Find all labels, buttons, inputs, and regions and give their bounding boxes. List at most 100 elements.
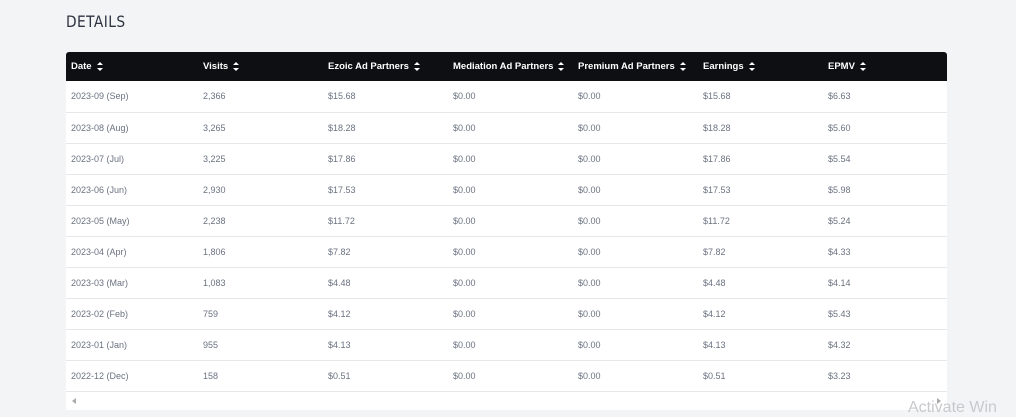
cell-visits: 1,806 (203, 246, 226, 257)
cell-epmv: $4.14 (828, 277, 851, 288)
cell-earnings: $17.53 (703, 184, 731, 195)
cell-earnings: $0.51 (703, 370, 726, 381)
table-row: 2023-02 (Feb) 759 $4.12 $0.00 $0.00 $4.12 $5.4… (66, 298, 947, 329)
cell-ezoic-ad-partners: $0.51 (328, 370, 351, 381)
table-row: 2022-12 (Dec) 158 $0.51 $0.00 $0.00 $0.51 $3.2… (66, 360, 947, 391)
cell-mediation-ad-partners: $0.00 (453, 339, 476, 350)
cell-mediation-ad-partners: $0.00 (453, 370, 476, 381)
cell-epmv: $5.60 (828, 122, 851, 133)
table-row: 2023-04 (Apr) 1,806 $7.82 $0.00 $0.00 $7.82 $4… (66, 236, 947, 267)
cell-visits: 3,225 (203, 153, 226, 164)
horizontal-scrollbar[interactable] (66, 392, 947, 410)
cell-epmv: $5.98 (828, 184, 851, 195)
sort-icon[interactable] (558, 61, 565, 71)
cell-mediation-ad-partners: $0.00 (453, 277, 476, 288)
cell-mediation-ad-partners: $0.00 (453, 184, 476, 195)
cell-epmv: $5.43 (828, 308, 851, 319)
cell-ezoic-ad-partners: $4.13 (328, 339, 351, 350)
cell-earnings: $4.13 (703, 339, 726, 350)
cell-epmv: $6.63 (828, 91, 851, 102)
cell-premium-ad-partners: $0.00 (578, 246, 601, 257)
cell-visits: 2,238 (203, 215, 226, 226)
cell-premium-ad-partners: $0.00 (578, 339, 601, 350)
table-row: 2023-08 (Aug) 3,265 $18.28 $0.00 $0.00 $18.28… (66, 112, 947, 143)
sort-icon[interactable] (859, 61, 866, 71)
cell-epmv: $5.24 (828, 215, 851, 226)
cell-mediation-ad-partners: $0.00 (453, 246, 476, 257)
cell-premium-ad-partners: $0.00 (578, 91, 601, 102)
details-table-container: Date Visits Ezoic Ad Partners Mediation … (66, 52, 947, 392)
column-header-label: Visits (203, 61, 229, 72)
sort-icon[interactable] (748, 61, 755, 71)
scroll-left-arrow-icon[interactable] (72, 398, 76, 404)
cell-earnings: $18.28 (703, 122, 731, 133)
column-header-earnings[interactable]: Earnings (698, 52, 823, 81)
cell-ezoic-ad-partners: $7.82 (328, 246, 351, 257)
table-row: 2023-05 (May) 2,238 $11.72 $0.00 $0.00 $11.72… (66, 205, 947, 236)
sort-icon[interactable] (413, 61, 420, 71)
cell-earnings: $17.86 (703, 153, 731, 164)
cell-mediation-ad-partners: $0.00 (453, 215, 476, 226)
section-title: DETAILS (66, 12, 126, 31)
column-header-mediation-ad-partners[interactable]: Mediation Ad Partners (448, 52, 573, 81)
column-header-epmv[interactable]: EPMV (823, 52, 947, 81)
cell-mediation-ad-partners: $0.00 (453, 122, 476, 133)
cell-visits: 759 (203, 308, 219, 319)
cell-date: 2023-01 (Jan) (71, 339, 128, 350)
cell-visits: 3,265 (203, 122, 226, 133)
cell-date: 2023-03 (Mar) (71, 277, 129, 288)
cell-ezoic-ad-partners: $4.12 (328, 308, 351, 319)
sort-icon[interactable] (679, 61, 686, 71)
table-header-row: Date Visits Ezoic Ad Partners Mediation … (66, 52, 947, 81)
cell-ezoic-ad-partners: $15.68 (328, 91, 356, 102)
table-row: 2023-09 (Sep) 2,366 $15.68 $0.00 $0.00 $15.68… (66, 81, 947, 112)
cell-date: 2023-06 (Jun) (71, 184, 128, 195)
cell-date: 2023-02 (Feb) (71, 308, 129, 319)
column-header-premium-ad-partners[interactable]: Premium Ad Partners (573, 52, 698, 81)
windows-activation-watermark: Activate Win (908, 399, 997, 416)
cell-visits: 1,083 (203, 277, 226, 288)
column-header-visits[interactable]: Visits (198, 52, 323, 81)
cell-epmv: $4.32 (828, 339, 851, 350)
cell-date: 2023-09 (Sep) (71, 91, 129, 102)
cell-premium-ad-partners: $0.00 (578, 308, 601, 319)
cell-visits: 158 (203, 370, 219, 381)
column-header-date[interactable]: Date (66, 52, 198, 81)
cell-date: 2023-05 (May) (71, 215, 130, 226)
cell-premium-ad-partners: $0.00 (578, 153, 601, 164)
table-row: 2023-03 (Mar) 1,083 $4.48 $0.00 $0.00 $4.48 $4… (66, 267, 947, 298)
column-header-label: Date (71, 61, 92, 72)
cell-earnings: $7.82 (703, 246, 726, 257)
cell-epmv: $3.23 (828, 370, 851, 381)
cell-ezoic-ad-partners: $18.28 (328, 122, 356, 133)
column-header-label: Premium Ad Partners (578, 61, 675, 72)
sort-icon[interactable] (96, 61, 103, 71)
table-row: 2023-07 (Jul) 3,225 $17.86 $0.00 $0.00 $17.86… (66, 143, 947, 174)
cell-date: 2023-08 (Aug) (71, 122, 129, 133)
cell-mediation-ad-partners: $0.00 (453, 91, 476, 102)
cell-visits: 2,930 (203, 184, 226, 195)
column-header-label: Mediation Ad Partners (453, 61, 554, 72)
cell-date: 2022-12 (Dec) (71, 370, 129, 381)
cell-earnings: $11.72 (703, 215, 730, 226)
column-header-ezoic-ad-partners[interactable]: Ezoic Ad Partners (323, 52, 448, 81)
cell-premium-ad-partners: $0.00 (578, 277, 601, 288)
cell-date: 2023-07 (Jul) (71, 153, 125, 164)
details-table: Date Visits Ezoic Ad Partners Mediation … (66, 52, 947, 392)
cell-premium-ad-partners: $0.00 (578, 122, 601, 133)
cell-ezoic-ad-partners: $11.72 (328, 215, 355, 226)
cell-visits: 955 (203, 339, 219, 350)
cell-visits: 2,366 (203, 91, 226, 102)
sort-icon[interactable] (233, 61, 240, 71)
cell-earnings: $4.48 (703, 277, 726, 288)
column-header-label: EPMV (828, 61, 855, 72)
table-row: 2023-06 (Jun) 2,930 $17.53 $0.00 $0.00 $17.53… (66, 174, 947, 205)
cell-ezoic-ad-partners: $17.86 (328, 153, 356, 164)
cell-date: 2023-04 (Apr) (71, 246, 127, 257)
cell-premium-ad-partners: $0.00 (578, 215, 601, 226)
cell-epmv: $5.54 (828, 153, 851, 164)
column-header-label: Ezoic Ad Partners (328, 61, 409, 72)
cell-ezoic-ad-partners: $17.53 (328, 184, 356, 195)
cell-mediation-ad-partners: $0.00 (453, 308, 476, 319)
cell-premium-ad-partners: $0.00 (578, 370, 601, 381)
